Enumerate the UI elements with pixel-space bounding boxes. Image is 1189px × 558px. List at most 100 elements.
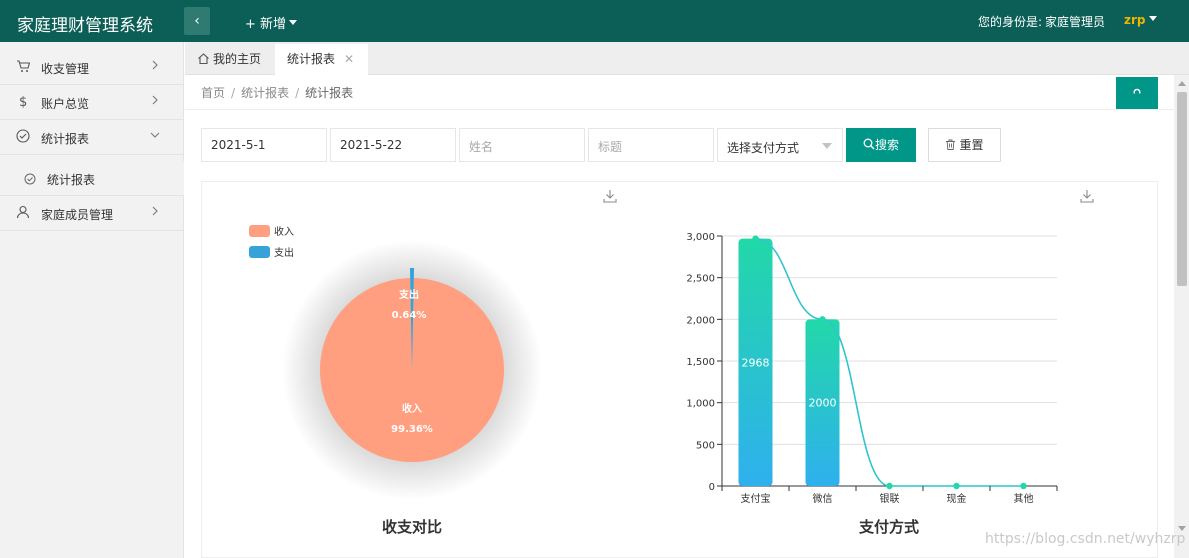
pie-label-percent: 99.36% [391, 424, 433, 435]
caret-down-icon [1148, 16, 1157, 21]
y-tick-label: 2,500 [686, 274, 715, 285]
chevron-left-icon: ‹ [194, 13, 200, 29]
chevron-right-icon [152, 60, 158, 70]
name-input[interactable]: 姓名 [459, 128, 585, 162]
chevron-right-icon [152, 95, 158, 105]
line-point[interactable] [1020, 482, 1027, 490]
watermark: https://blog.csdn.net/wyhzrp [985, 531, 1186, 547]
end-date-input[interactable]: 2021-5-22 [330, 128, 456, 162]
sidebar-item-accounts[interactable]: $ 账户总览 [0, 85, 184, 120]
trend-line [755, 237, 1024, 487]
sidebar-subitem-reports[interactable]: 统计报表 [0, 161, 184, 196]
tab-home[interactable]: 我的主页 [197, 44, 261, 75]
x-tick-label: 微信 [813, 492, 833, 505]
user-name: zrp [1124, 13, 1146, 27]
y-tick-label: 2,000 [686, 315, 715, 326]
add-new-label: + 新增 [245, 17, 287, 32]
bar-value-label: 2000 [809, 397, 837, 410]
sidebar-item-reports[interactable]: 统计报表 [0, 120, 184, 155]
pie-label-name: 支出 [398, 288, 419, 301]
legend-swatch[interactable] [249, 246, 270, 258]
refresh-button[interactable] [1116, 77, 1158, 109]
legend-label[interactable]: 收入 [274, 225, 294, 238]
sidebar-item-family-members[interactable]: 家庭成员管理 [0, 196, 184, 231]
collapse-sidebar-button[interactable]: ‹ [184, 7, 210, 35]
sidebar: 收支管理 $ 账户总览 统计报表 统计报表 家庭成员管理 [0, 42, 184, 558]
chevron-down-icon [150, 132, 160, 138]
x-tick-label: 其他 [1014, 492, 1034, 505]
line-point[interactable] [819, 316, 826, 323]
sidebar-item-label: 账户总览 [41, 97, 90, 111]
search-button[interactable]: 搜索 [846, 128, 916, 162]
y-tick-label: 500 [696, 440, 715, 451]
payment-method-select[interactable]: 选择支付方式 [717, 128, 843, 162]
bar-value-label: 2968 [742, 356, 770, 369]
payment-method-value: 选择支付方式 [727, 141, 800, 155]
breadcrumb-separator: / [231, 86, 236, 100]
pie-label-percent: 0.64% [392, 310, 427, 321]
main-content: 首页 / 统计报表 / 统计报表 2021-5-1 2021-5-22 姓名 标题 选择… [185, 75, 1174, 558]
breadcrumb-home[interactable]: 首页 [201, 86, 225, 100]
chevron-right-icon [152, 206, 158, 216]
home-icon [198, 53, 209, 65]
x-tick-label: 银联 [880, 492, 900, 505]
line-point[interactable] [886, 482, 893, 490]
y-tick-label: 1,000 [686, 399, 715, 410]
identity-label: 您的身份是: [978, 15, 1043, 29]
bar-chart-title: 支付方式 [858, 518, 919, 536]
svg-text:$: $ [19, 95, 27, 108]
pie-legend: 收入支出 [249, 225, 294, 259]
x-tick-label: 现金 [947, 492, 967, 505]
tab-home-label: 我的主页 [213, 52, 262, 66]
reset-label: 重置 [959, 138, 984, 152]
y-tick-label: 0 [709, 482, 715, 493]
add-new-button[interactable]: + 新增 [245, 13, 298, 32]
caret-down-icon [822, 143, 832, 149]
search-label: 搜索 [874, 138, 899, 152]
legend-swatch[interactable] [249, 225, 270, 237]
close-icon[interactable]: ✕ [344, 52, 354, 66]
trash-icon [946, 139, 956, 150]
dollar-icon: $ [19, 95, 27, 108]
breadcrumb-current: 统计报表 [305, 86, 354, 100]
reset-button[interactable]: 重置 [928, 128, 1001, 162]
tab-bar: 我的主页 统计报表 ✕ [185, 42, 1189, 75]
tab-reports-label: 统计报表 [287, 52, 336, 66]
check-circle-icon [16, 129, 30, 143]
breadcrumb-separator: / [295, 86, 300, 100]
line-point[interactable] [953, 482, 960, 490]
scrollbar-thumb[interactable] [1177, 92, 1187, 286]
breadcrumb-divider [185, 109, 1174, 110]
users-icon [16, 205, 30, 219]
x-tick-label: 支付宝 [741, 492, 771, 505]
title-input[interactable]: 标题 [588, 128, 714, 162]
sidebar-item-income-expense[interactable]: 收支管理 [0, 50, 184, 85]
breadcrumb: 首页 / 统计报表 / 统计报表 [201, 84, 353, 101]
user-identity: 您的身份是: 家庭管理员 [978, 13, 1105, 30]
top-bar: 家庭理财管理系统 ‹ + 新增 您的身份是: 家庭管理员 zrp [0, 0, 1189, 42]
caret-down-icon [289, 20, 298, 25]
cart-icon [17, 60, 30, 72]
app-title: 家庭理财管理系统 [17, 16, 153, 36]
refresh-icon [1133, 88, 1141, 94]
pie-label-name: 收入 [402, 402, 422, 415]
legend-label[interactable]: 支出 [274, 246, 294, 259]
check-circle-icon [24, 173, 36, 185]
sidebar-item-label: 家庭成员管理 [41, 208, 114, 222]
sidebar-item-label: 收支管理 [41, 62, 90, 76]
pie-chart-title: 收支对比 [382, 518, 442, 536]
tab-reports[interactable]: 统计报表 ✕ [275, 44, 368, 75]
pie-chart: 收入99.36%支出0.64% 收入支出 收支对比 [249, 225, 542, 536]
y-tick-label: 3,000 [686, 232, 715, 243]
sidebar-item-label: 统计报表 [41, 132, 90, 146]
line-point[interactable] [752, 235, 759, 242]
y-tick-label: 1,500 [686, 357, 715, 368]
charts-panel: 收入 99.36% 支出 0.64% 收入 支出 收支对比 0 500 1,000 1,500… [201, 181, 1158, 558]
breadcrumb-parent[interactable]: 统计报表 [241, 86, 289, 100]
user-menu[interactable]: zrp [1124, 13, 1157, 27]
user-role: 家庭管理员 [1045, 15, 1106, 29]
sidebar-subitem-label: 统计报表 [47, 173, 96, 187]
charts-canvas: 收入99.36%支出0.64% 收入支出 收支对比 05001,0001,500… [249, 225, 1058, 536]
scroll-up-arrow-icon[interactable] [1178, 81, 1186, 86]
start-date-input[interactable]: 2021-5-1 [201, 128, 327, 162]
